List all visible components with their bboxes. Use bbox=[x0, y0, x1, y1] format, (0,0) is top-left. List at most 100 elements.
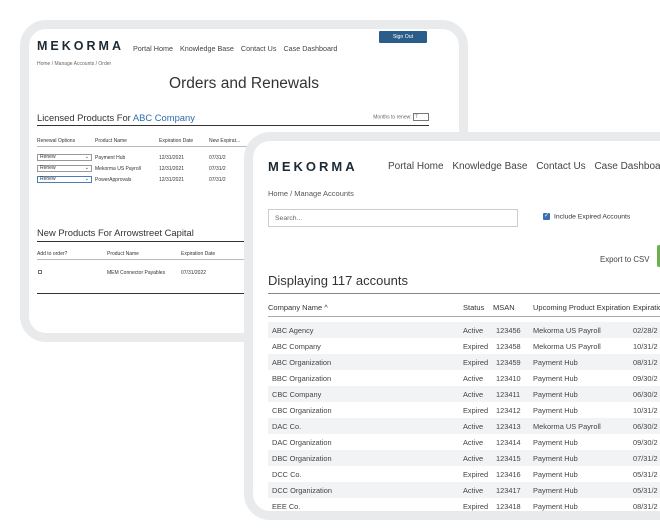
breadcrumb[interactable]: Home / Manage Accounts bbox=[268, 189, 354, 198]
product-cell: Payment Hub bbox=[533, 470, 578, 479]
company-cell: ABC Organization bbox=[272, 358, 332, 367]
status-cell: Active bbox=[463, 422, 484, 431]
brand-logo[interactable]: MEKORMA bbox=[268, 159, 358, 174]
product-cell: Mekorma US Payroll bbox=[533, 342, 601, 351]
renewal-select[interactable]: Renew ⌄ bbox=[37, 176, 92, 183]
table-row[interactable]: CBC Company Active 123411 Payment Hub 06/30/… bbox=[268, 386, 660, 402]
licensed-heading-text: Licensed Products For bbox=[37, 112, 131, 123]
product-name-cell: MEM Connector Payables bbox=[107, 270, 166, 276]
product-cell: Payment Hub bbox=[533, 438, 578, 447]
expiration-date-cell: 09/30/2 bbox=[633, 374, 658, 383]
nav-portal-home[interactable]: Portal Home bbox=[133, 44, 173, 53]
expiration-date-cell: 06/30/2 bbox=[633, 390, 658, 399]
expiration-date-cell: 09/30/2 bbox=[633, 438, 658, 447]
expiration-cell: 12/31/2021 bbox=[159, 177, 185, 183]
expiration-date-cell: 07/31/2 bbox=[633, 454, 658, 463]
product-cell: Payment Hub bbox=[533, 406, 578, 415]
expiration-date-cell: 10/31/2 bbox=[633, 406, 658, 415]
section-divider bbox=[37, 125, 429, 126]
status-cell: Expired bbox=[463, 502, 489, 511]
expiration-date-cell: 05/31/2 bbox=[633, 486, 658, 495]
accounts-nav-links: Portal Home Knowledge Base Contact Us Ca… bbox=[388, 161, 660, 172]
col-upcoming-expiration[interactable]: Upcoming Product Expiration bbox=[533, 303, 630, 312]
table-row[interactable]: DCC Organization Active 123417 Payment Hub 0… bbox=[268, 482, 660, 498]
product-cell: Mekorma US Payroll bbox=[533, 326, 601, 335]
product-cell: Payment Hub bbox=[533, 358, 578, 367]
col-product-name: Product Name bbox=[107, 251, 139, 257]
col-add-to-order: Add to order? bbox=[37, 251, 68, 257]
company-cell: DBC Organization bbox=[272, 454, 332, 463]
status-cell: Active bbox=[463, 326, 484, 335]
table-row[interactable]: DAC Organization Active 123414 Payment Hub 0… bbox=[268, 434, 660, 450]
company-cell: CBC Organization bbox=[272, 406, 332, 415]
section-divider bbox=[268, 293, 660, 294]
msan-cell: 123458 bbox=[496, 342, 521, 351]
status-cell: Active bbox=[463, 486, 484, 495]
status-cell: Active bbox=[463, 390, 484, 399]
company-cell: ABC Agency bbox=[272, 326, 314, 335]
col-company-name[interactable]: Company Name ^ bbox=[268, 303, 328, 312]
table-row[interactable]: ABC Company Expired 123458 Mekorma US Payro… bbox=[268, 338, 660, 354]
company-cell: DAC Co. bbox=[272, 422, 302, 431]
status-cell: Expired bbox=[463, 358, 489, 367]
sign-out-button[interactable]: Sign Out bbox=[379, 31, 427, 43]
table-row[interactable]: CBC Organization Expired 123412 Payment Hub… bbox=[268, 402, 660, 418]
col-status[interactable]: Status bbox=[463, 303, 484, 312]
add-to-order-checkbox[interactable] bbox=[38, 270, 42, 274]
renewal-select[interactable]: Renew ⌄ bbox=[37, 154, 92, 161]
table-row[interactable]: EEE Co. Expired 123418 Payment Hub 08/31/2 bbox=[268, 498, 660, 511]
product-name-cell: PowerApprovals bbox=[95, 177, 132, 183]
new-expiration-cell: 07/31/2 bbox=[209, 177, 226, 183]
company-cell: EEE Co. bbox=[272, 502, 301, 511]
nav-knowledge-base[interactable]: Knowledge Base bbox=[452, 161, 527, 172]
col-expiration-date: Expiration Date bbox=[159, 138, 194, 144]
checkbox-checked-icon[interactable]: ✓ bbox=[543, 213, 550, 220]
msan-cell: 123414 bbox=[496, 438, 521, 447]
chevron-down-icon: ⌄ bbox=[84, 176, 89, 182]
accounts-screen: MEKORMA Portal Home Knowledge Base Conta… bbox=[253, 141, 660, 511]
include-expired-toggle[interactable]: ✓ Include Expired Accounts bbox=[543, 213, 630, 220]
product-name-cell: Payment Hub bbox=[95, 155, 126, 161]
expiration-cell: 12/31/2021 bbox=[159, 166, 185, 172]
col-expiration[interactable]: Expiratio bbox=[633, 303, 660, 312]
renewal-select[interactable]: Renew ⌄ bbox=[37, 165, 92, 172]
col-msan[interactable]: MSAN bbox=[493, 303, 515, 312]
table-row[interactable]: DBC Organization Active 123415 Payment Hub 0… bbox=[268, 450, 660, 466]
months-input[interactable]: 7 bbox=[413, 113, 429, 121]
licensed-company-name: ABC Company bbox=[132, 112, 195, 123]
msan-cell: 123415 bbox=[496, 454, 521, 463]
licensed-products-heading: Licensed Products For ABC Company Months… bbox=[37, 112, 429, 123]
msan-cell: 123411 bbox=[496, 390, 521, 399]
breadcrumb[interactable]: Home / Manage Accounts / Order bbox=[37, 61, 111, 67]
nav-case-dashboard[interactable]: Case Dashboard bbox=[594, 161, 660, 172]
table-row[interactable]: ABC Organization Expired 123459 Payment Hub… bbox=[268, 354, 660, 370]
expiration-date-cell: 08/31/2 bbox=[633, 502, 658, 511]
msan-cell: 123459 bbox=[496, 358, 521, 367]
nav-knowledge-base[interactable]: Knowledge Base bbox=[180, 44, 234, 53]
orders-nav-bar: MEKORMA Portal Home Knowledge Base Conta… bbox=[37, 31, 451, 59]
nav-portal-home[interactable]: Portal Home bbox=[388, 161, 444, 172]
msan-cell: 123417 bbox=[496, 486, 521, 495]
table-row[interactable]: DAC Co. Active 123413 Mekorma US Payroll 06/… bbox=[268, 418, 660, 434]
accounts-count-heading: Displaying 117 accounts bbox=[268, 273, 408, 288]
accounts-device-frame: MEKORMA Portal Home Knowledge Base Conta… bbox=[244, 132, 660, 520]
msan-cell: 123418 bbox=[496, 502, 521, 511]
nav-contact-us[interactable]: Contact Us bbox=[536, 161, 585, 172]
product-cell: Payment Hub bbox=[533, 486, 578, 495]
table-row[interactable]: DCC Co. Expired 123416 Payment Hub 05/31/2 bbox=[268, 466, 660, 482]
new-expiration-cell: 07/31/2 bbox=[209, 166, 226, 172]
product-cell: Payment Hub bbox=[533, 502, 578, 511]
col-expiration-date: Expiration Date bbox=[181, 251, 216, 257]
chevron-down-icon: ⌄ bbox=[84, 165, 89, 171]
nav-contact-us[interactable]: Contact Us bbox=[241, 44, 277, 53]
nav-case-dashboard[interactable]: Case Dashboard bbox=[283, 44, 337, 53]
col-new-expiration: New Expirat... bbox=[209, 138, 241, 144]
table-row[interactable]: ABC Agency Active 123456 Mekorma US Payroll… bbox=[268, 322, 660, 338]
company-cell: DCC Organization bbox=[272, 486, 332, 495]
brand-logo[interactable]: MEKORMA bbox=[37, 39, 124, 53]
table-row[interactable]: BBC Organization Active 123410 Payment Hub 0… bbox=[268, 370, 660, 386]
col-renewal-options: Renewal Options bbox=[37, 138, 76, 144]
search-input[interactable]: Search... bbox=[268, 209, 518, 227]
export-csv-link[interactable]: Export to CSV bbox=[600, 255, 649, 264]
status-cell: Active bbox=[463, 374, 484, 383]
